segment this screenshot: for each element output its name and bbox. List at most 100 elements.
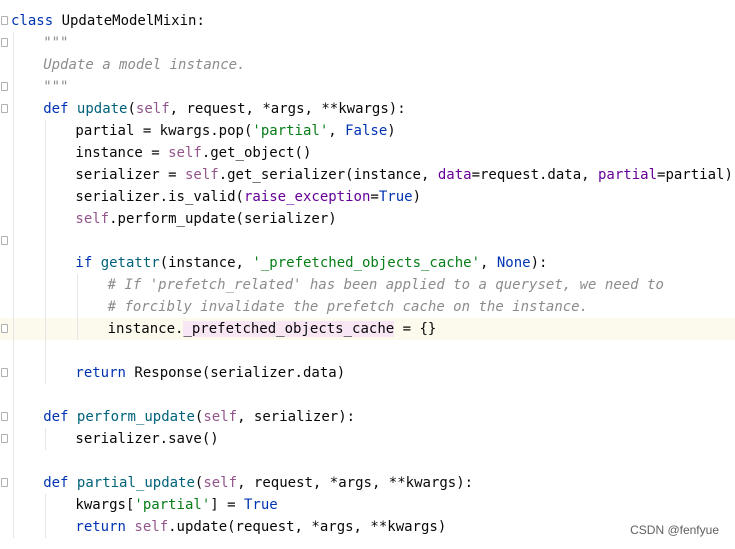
code-editor[interactable]: class UpdateModelMixin: """ Update a model… <box>0 0 735 549</box>
code-token: self <box>203 409 238 425</box>
code-token: serializer.is_valid( <box>75 189 244 205</box>
code-text: kwargs['partial'] = True <box>75 494 277 516</box>
code-line[interactable]: def update(self, request, *args, **kwarg… <box>0 98 735 120</box>
code-token: self <box>134 519 169 535</box>
code-text: """ <box>43 76 68 98</box>
code-line[interactable]: self.perform_update(serializer) <box>0 208 735 230</box>
code-line[interactable]: return self.update(request, *args, **kwa… <box>0 516 735 538</box>
fold-marker-icon[interactable] <box>1 104 8 113</box>
code-token: raise_exception <box>243 189 371 205</box>
fold-marker-icon[interactable] <box>1 236 8 245</box>
code-token: , <box>328 123 346 139</box>
code-token: serializer.save() <box>75 431 219 447</box>
code-token: self <box>203 475 238 491</box>
code-line[interactable]: # If 'prefetch_related' has been applied… <box>0 274 735 296</box>
code-line[interactable]: # forcibly invalidate the prefetch cache… <box>0 296 735 318</box>
code-line[interactable]: if getattr(instance, '_prefetched_object… <box>0 252 735 274</box>
code-text: serializer = self.get_serializer(instanc… <box>75 164 732 186</box>
code-token: .get_serializer(instance, <box>218 167 438 183</box>
code-token: ) <box>412 189 421 205</box>
code-line[interactable]: partial = kwargs.pop('partial', False) <box>0 120 735 142</box>
code-text: serializer.is_valid(raise_exception=True… <box>75 186 421 208</box>
code-text: Update a model instance. <box>43 54 245 76</box>
code-token: , <box>480 255 497 271</box>
code-token: # If 'prefetch_related' has been applied… <box>107 277 664 293</box>
code-line[interactable] <box>0 340 735 362</box>
code-line[interactable]: def perform_update(self, serializer): <box>0 406 735 428</box>
code-token: def <box>43 101 77 117</box>
fold-marker-icon[interactable] <box>1 368 8 377</box>
code-token: self <box>168 145 202 161</box>
code-token: 'partial' <box>252 123 329 139</box>
code-token: def <box>43 409 77 425</box>
code-token: partial <box>598 167 658 183</box>
code-token: '_prefetched_objects_cache' <box>252 255 480 271</box>
code-token: return <box>75 365 135 381</box>
code-token: True <box>243 497 278 513</box>
code-token: True <box>378 189 413 205</box>
code-token: self <box>75 211 110 227</box>
fold-marker-icon[interactable] <box>1 478 8 487</box>
code-token: False <box>345 123 388 139</box>
code-line[interactable] <box>0 230 735 252</box>
code-token: # forcibly invalidate the prefetch cache… <box>107 299 589 315</box>
code-token: ): <box>530 255 548 271</box>
code-text: instance = self.get_object() <box>75 142 311 164</box>
code-token: None <box>496 255 531 271</box>
code-text: if getattr(instance, '_prefetched_object… <box>75 252 547 274</box>
code-token: return <box>75 519 135 535</box>
code-token: Response(serializer.data) <box>134 365 346 381</box>
code-token: .update(request, *args, **kwargs) <box>168 519 447 535</box>
code-token: update <box>76 101 128 117</box>
fold-marker-icon[interactable] <box>1 412 8 421</box>
code-line[interactable]: kwargs['partial'] = True <box>0 494 735 516</box>
code-token: , request, *args, **kwargs): <box>237 475 474 491</box>
fold-marker-icon[interactable] <box>1 82 8 91</box>
code-text: serializer.save() <box>75 428 218 450</box>
fold-marker-icon[interactable] <box>1 324 8 333</box>
code-token: , request, *args, **kwargs): <box>169 101 406 117</box>
code-text: def partial_update(self, request, *args,… <box>43 472 473 494</box>
fold-marker-icon[interactable] <box>1 16 8 25</box>
code-line[interactable]: def partial_update(self, request, *args,… <box>0 472 735 494</box>
code-line[interactable]: return Response(serializer.data) <box>0 362 735 384</box>
code-token: self <box>184 167 219 183</box>
code-line[interactable]: instance = self.get_object() <box>0 142 735 164</box>
code-text: return self.update(request, *args, **kwa… <box>75 516 446 538</box>
watermark: CSDN @fenfyue <box>630 523 719 537</box>
code-token: _prefetched_objects_cache <box>183 321 395 337</box>
code-text: self.perform_update(serializer) <box>75 208 336 230</box>
code-token: def <box>43 475 77 491</box>
code-line[interactable]: serializer.is_valid(raise_exception=True… <box>0 186 735 208</box>
code-line[interactable]: serializer = self.get_serializer(instanc… <box>0 164 735 186</box>
code-token: Update a model instance. <box>43 57 246 73</box>
code-token: instance = <box>75 145 169 161</box>
code-token: class <box>11 13 62 29</box>
code-token: partial = kwargs.pop( <box>75 123 253 139</box>
code-line[interactable] <box>0 384 735 406</box>
code-token: instance. <box>107 321 184 337</box>
current-code-line[interactable]: instance._prefetched_objects_cache = {} <box>0 318 735 340</box>
code-line[interactable]: serializer.save() <box>0 428 735 450</box>
code-token: (instance, <box>159 255 253 271</box>
code-token: data <box>437 167 472 183</box>
indent-guide <box>45 120 47 384</box>
code-token: = <box>370 189 379 205</box>
code-token: if <box>75 255 101 271</box>
code-line[interactable]: class UpdateModelMixin: <box>0 10 735 32</box>
code-token: serializer = <box>75 167 185 183</box>
code-line[interactable]: Update a model instance. <box>0 54 735 76</box>
code-token: .get_object() <box>201 145 312 161</box>
code-token: , serializer): <box>237 409 356 425</box>
indent-guide <box>13 32 14 538</box>
code-line[interactable]: """ <box>0 32 735 54</box>
indent-guide <box>45 428 47 450</box>
code-text: # forcibly invalidate the prefetch cache… <box>108 296 588 318</box>
fold-marker-icon[interactable] <box>1 434 8 443</box>
code-token: self <box>135 101 170 117</box>
code-token: = {} <box>394 321 437 337</box>
code-text: def update(self, request, *args, **kwarg… <box>43 98 405 120</box>
code-line[interactable] <box>0 450 735 472</box>
code-line[interactable]: """ <box>0 76 735 98</box>
fold-marker-icon[interactable] <box>1 38 8 47</box>
